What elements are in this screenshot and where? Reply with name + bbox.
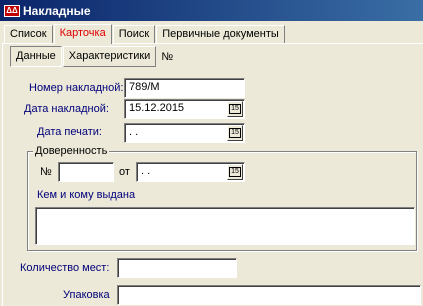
poa-date-calendar-icon[interactable]: 15	[227, 164, 243, 180]
subtabs: Данные Характеристики №	[10, 46, 173, 67]
poa-issued-field[interactable]	[35, 207, 415, 245]
window-titlebar: ΔΔ Накладные	[0, 0, 423, 21]
calendar-day-label: 15	[229, 167, 241, 177]
print-date-calendar-icon[interactable]: 15	[227, 125, 243, 141]
tab-card[interactable]: Карточка	[53, 24, 112, 44]
places-count-field[interactable]	[117, 258, 237, 278]
print-date-label: Дата печати:	[37, 126, 102, 138]
poa-number-field[interactable]	[58, 162, 114, 182]
package-label: Упаковка	[63, 289, 110, 301]
invoice-date-calendar-icon[interactable]: 15	[227, 101, 243, 117]
window-title: Накладные	[23, 3, 91, 18]
calendar-day-label: 15	[229, 128, 241, 138]
main-tabs: Список Карточка Поиск Первичные документ…	[4, 23, 286, 44]
subtab-data[interactable]: Данные	[10, 46, 62, 67]
tab-search[interactable]: Поиск	[112, 25, 156, 43]
invoice-number-label: Номер накладной:	[29, 82, 124, 94]
number-sign-label: №	[161, 50, 174, 63]
places-count-label: Количество мест:	[20, 262, 110, 274]
tab-primary-documents[interactable]: Первичные документы	[156, 25, 285, 43]
power-of-attorney-legend: Доверенность	[33, 145, 110, 157]
poa-date-from-label: от	[119, 166, 130, 178]
package-field[interactable]	[117, 285, 421, 305]
invoice-date-label: Дата накладной:	[24, 103, 109, 115]
subtab-characteristics[interactable]: Характеристики	[62, 46, 157, 67]
calendar-day-label: 15	[229, 104, 241, 114]
poa-issued-label: Кем и кому выдана	[37, 189, 136, 201]
invoice-number-field[interactable]: 789/М	[124, 78, 245, 98]
poa-number-label: №	[40, 166, 52, 178]
tab-list[interactable]: Список	[4, 25, 53, 43]
app-icon: ΔΔ	[4, 4, 20, 17]
